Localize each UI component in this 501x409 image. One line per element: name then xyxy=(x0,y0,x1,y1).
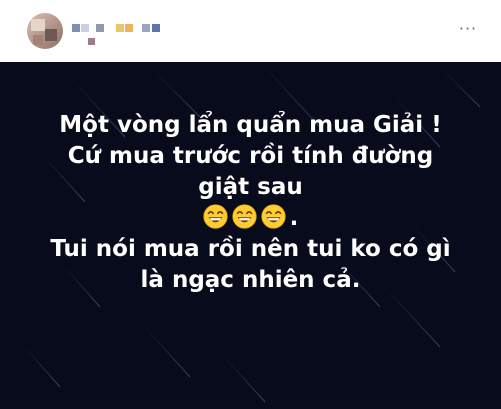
post-header: ··· xyxy=(0,0,501,62)
post-card: ··· Một vòng lẩn quẩn mua Giải ! Cứ mua … xyxy=(0,0,501,409)
post-message: Một vòng lẩn quẩn mua Giải ! Cứ mua trướ… xyxy=(0,110,501,296)
grinning-face-with-smiling-eyes-icon xyxy=(203,204,228,229)
post-line-1: Một vòng lẩn quẩn mua Giải ! xyxy=(59,112,442,138)
grinning-face-with-smiling-eyes-icon xyxy=(232,204,257,229)
more-horizontal-icon: ··· xyxy=(458,19,478,38)
emoji-suffix: . xyxy=(289,205,299,231)
post-line-5: Tui nói mua rồi nên tui ko có gì xyxy=(50,236,451,262)
post-line-6: là ngạc nhiên cả. xyxy=(140,267,361,293)
more-options-button[interactable]: ··· xyxy=(455,19,481,39)
author-avatar[interactable] xyxy=(27,13,63,49)
post-line-2: Cứ mua trước rồi tính đường xyxy=(67,143,434,169)
emoji-row: . xyxy=(0,203,501,234)
grinning-face-with-smiling-eyes-icon xyxy=(261,204,286,229)
post-background: Một vòng lẩn quẩn mua Giải ! Cứ mua trướ… xyxy=(0,62,501,409)
author-name-blurred[interactable] xyxy=(72,18,182,50)
post-line-3: giật sau xyxy=(198,174,303,200)
